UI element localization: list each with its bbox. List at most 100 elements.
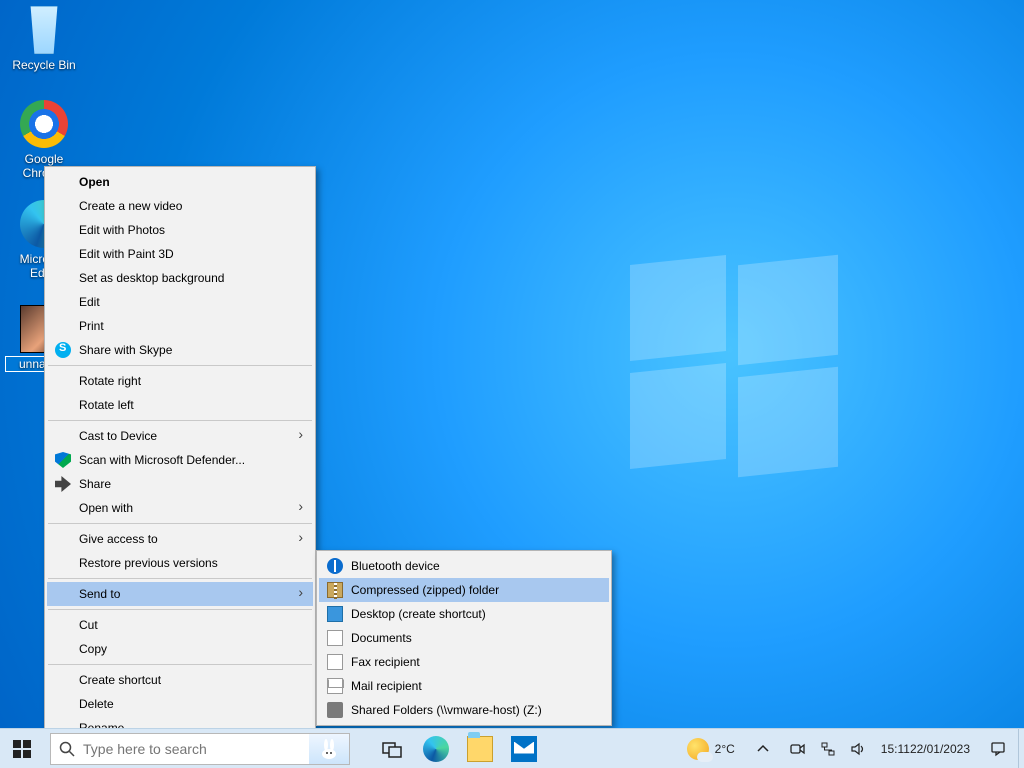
mail-app-icon [511, 736, 537, 762]
desktop[interactable]: Recycle Bin Google Chrome Microsoft Edge… [0, 0, 1024, 768]
chevron-up-icon [755, 741, 771, 757]
menu-item-label: Compressed (zipped) folder [351, 583, 499, 597]
menu-separator [48, 664, 312, 665]
menu-item-create-shortcut[interactable]: Create shortcut [47, 668, 313, 692]
menu-item-edit-paint3d[interactable]: Edit with Paint 3D [47, 242, 313, 266]
file-explorer-icon [467, 736, 493, 762]
menu-item-label: Rotate left [79, 398, 134, 412]
menu-item-edit-photos[interactable]: Edit with Photos [47, 218, 313, 242]
menu-item-label: Desktop (create shortcut) [351, 607, 486, 621]
menu-item-rotate-left[interactable]: Rotate left [47, 393, 313, 417]
task-view-button[interactable] [370, 729, 414, 768]
taskbar-clock[interactable]: 15:11 22/01/2023 [873, 729, 978, 768]
documents-icon [327, 630, 343, 646]
menu-item-label: Share with Skype [79, 343, 172, 357]
menu-item-defender-scan[interactable]: Scan with Microsoft Defender... [47, 448, 313, 472]
search-input[interactable] [83, 741, 309, 757]
action-center-button[interactable] [978, 729, 1018, 768]
menu-item-label: Set as desktop background [79, 271, 224, 285]
taskbar-app-mail[interactable] [502, 729, 546, 768]
clock-date: 22/01/2023 [910, 742, 970, 756]
meet-now-icon [790, 741, 806, 757]
menu-item-label: Open with [79, 501, 133, 515]
weather-widget[interactable]: 2°C [679, 729, 743, 768]
taskbar-app-edge[interactable] [414, 729, 458, 768]
menu-item-open[interactable]: Open [47, 170, 313, 194]
sendto-item-desktop-shortcut[interactable]: Desktop (create shortcut) [319, 602, 609, 626]
menu-item-cast-to-device[interactable]: Cast to Device [47, 424, 313, 448]
show-desktop-button[interactable] [1018, 729, 1024, 768]
menu-item-label: Share [79, 477, 111, 491]
menu-item-give-access-to[interactable]: Give access to [47, 527, 313, 551]
sendto-item-compressed-folder[interactable]: Compressed (zipped) folder [319, 578, 609, 602]
menu-item-label: Give access to [79, 532, 158, 546]
system-tray: 2°C 15:11 22/01/2023 [679, 729, 1024, 768]
menu-item-open-with[interactable]: Open with [47, 496, 313, 520]
menu-item-copy[interactable]: Copy [47, 637, 313, 661]
skype-icon [55, 342, 71, 358]
menu-item-label: Mail recipient [351, 679, 422, 693]
menu-item-label: Edit [79, 295, 100, 309]
recycle-bin-icon [20, 6, 68, 54]
task-view-icon [382, 739, 402, 759]
weather-temp: 2°C [715, 742, 735, 756]
start-button[interactable] [0, 729, 44, 768]
menu-item-label: Rotate right [79, 374, 141, 388]
taskbar-search[interactable] [50, 733, 350, 765]
bluetooth-icon [327, 558, 343, 574]
chrome-icon [20, 100, 68, 148]
menu-item-label: Create shortcut [79, 673, 161, 687]
menu-item-label: Copy [79, 642, 107, 656]
tray-meet-now[interactable] [783, 729, 813, 768]
menu-item-send-to[interactable]: Send to [47, 582, 313, 606]
network-drive-icon [327, 702, 343, 718]
volume-icon [850, 741, 866, 757]
menu-item-label: Send to [79, 587, 120, 601]
sendto-item-fax[interactable]: Fax recipient [319, 650, 609, 674]
mail-icon [327, 678, 343, 694]
desktop-icon-label: Recycle Bin [6, 58, 82, 72]
edge-icon [423, 736, 449, 762]
tray-network[interactable] [813, 729, 843, 768]
sendto-item-shared-folders[interactable]: Shared Folders (\\vmware-host) (Z:) [319, 698, 609, 722]
menu-separator [48, 578, 312, 579]
context-menu: Open Create a new video Edit with Photos… [44, 166, 316, 768]
notification-icon [990, 741, 1006, 757]
desktop-icon [327, 606, 343, 622]
sendto-item-documents[interactable]: Documents [319, 626, 609, 650]
menu-item-rotate-right[interactable]: Rotate right [47, 369, 313, 393]
menu-item-share-skype[interactable]: Share with Skype [47, 338, 313, 362]
menu-item-create-video[interactable]: Create a new video [47, 194, 313, 218]
taskbar-app-file-explorer[interactable] [458, 729, 502, 768]
defender-shield-icon [55, 452, 71, 468]
clock-time: 15:11 [881, 742, 910, 756]
menu-item-label: Create a new video [79, 199, 182, 213]
share-icon [55, 476, 71, 492]
menu-item-label: Restore previous versions [79, 556, 218, 570]
menu-item-label: Bluetooth device [351, 559, 440, 573]
menu-separator [48, 365, 312, 366]
menu-item-label: Shared Folders (\\vmware-host) (Z:) [351, 703, 542, 717]
menu-item-label: Documents [351, 631, 412, 645]
search-highlight-icon[interactable] [309, 734, 349, 764]
desktop-icon-recycle-bin[interactable]: Recycle Bin [6, 6, 82, 72]
zip-folder-icon [327, 582, 343, 598]
menu-item-share[interactable]: Share [47, 472, 313, 496]
menu-separator [48, 523, 312, 524]
menu-item-edit[interactable]: Edit [47, 290, 313, 314]
menu-item-delete[interactable]: Delete [47, 692, 313, 716]
tray-overflow-button[interactable] [743, 729, 783, 768]
menu-item-label: Print [79, 319, 104, 333]
sendto-item-mail[interactable]: Mail recipient [319, 674, 609, 698]
menu-item-set-background[interactable]: Set as desktop background [47, 266, 313, 290]
sendto-item-bluetooth[interactable]: Bluetooth device [319, 554, 609, 578]
windows-logo-watermark [630, 260, 840, 470]
tray-volume[interactable] [843, 729, 873, 768]
menu-item-restore-previous[interactable]: Restore previous versions [47, 551, 313, 575]
menu-item-label: Cut [79, 618, 98, 632]
menu-item-cut[interactable]: Cut [47, 613, 313, 637]
windows-start-icon [13, 740, 31, 758]
menu-item-print[interactable]: Print [47, 314, 313, 338]
menu-separator [48, 609, 312, 610]
network-icon [820, 741, 836, 757]
